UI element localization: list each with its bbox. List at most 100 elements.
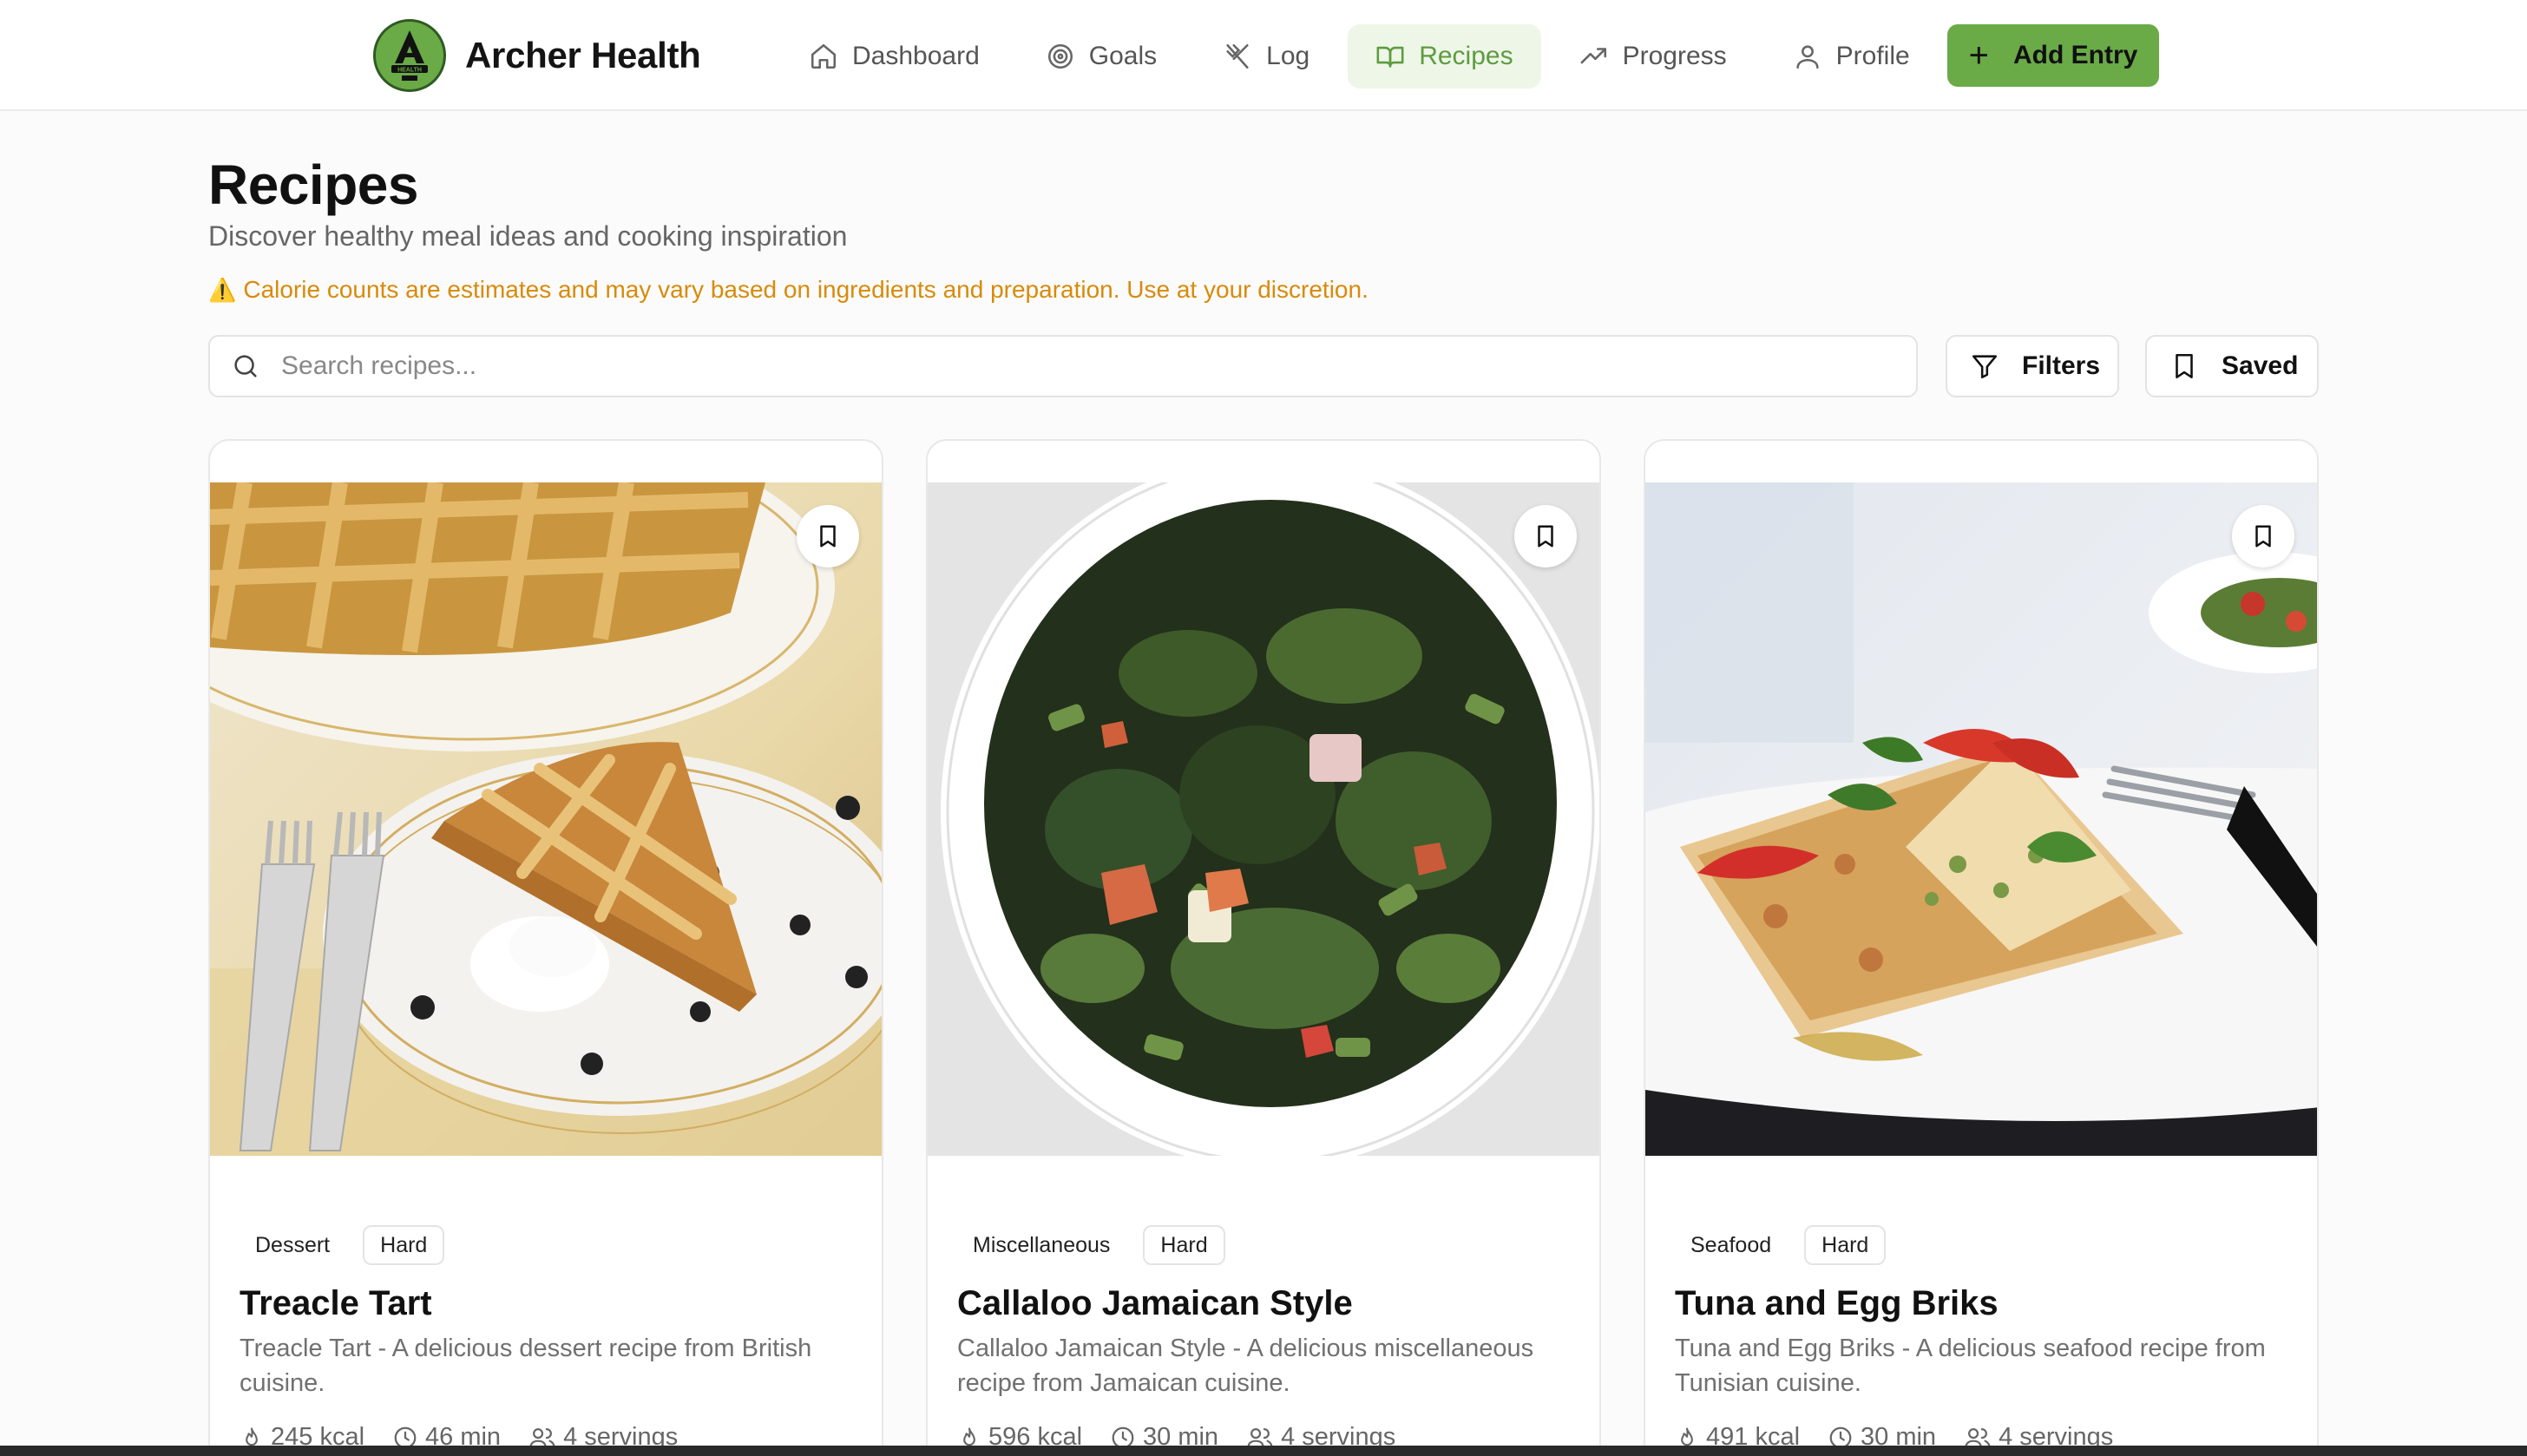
main-nav: Dashboard Goals Log Recipes Progress Pro… xyxy=(781,24,1948,89)
category-tag: Miscellaneous xyxy=(957,1225,1128,1265)
search-input[interactable] xyxy=(281,351,1843,381)
recipe-meta: 245 kcal 46 min 4 servings xyxy=(240,1423,706,1446)
recipe-image[interactable] xyxy=(928,482,1599,1156)
home-icon xyxy=(809,42,838,71)
flame-icon xyxy=(246,1426,258,1446)
recipe-description: Callaloo Jamaican Style - A delicious mi… xyxy=(957,1335,1534,1397)
nav-label-log: Log xyxy=(1266,42,1310,70)
cook-time: 46 min xyxy=(392,1423,501,1446)
cook-time-value: 46 min xyxy=(425,1423,502,1446)
bookmark-icon xyxy=(820,525,836,548)
clock-icon xyxy=(1829,1426,1852,1446)
recipe-card[interactable]: Dessert Hard Treacle Tart Treacle Tart -… xyxy=(208,439,883,1446)
calories: 245 kcal xyxy=(240,1423,364,1446)
clock-icon xyxy=(394,1426,417,1446)
add-entry-button[interactable]: + Add Entry xyxy=(1947,24,2159,87)
recipe-description: Tuna and Egg Briks - A delicious seafood… xyxy=(1675,1335,2266,1397)
brand-logo-icon: HEALTH xyxy=(373,19,446,92)
target-icon xyxy=(1046,42,1075,71)
calories-value: 245 kcal xyxy=(271,1423,365,1446)
warning-text: Calorie counts are estimates and may var… xyxy=(243,276,1369,303)
recipe-tags: Dessert Hard xyxy=(240,1225,460,1265)
recipe-meta: 596 kcal 30 min 4 servings xyxy=(957,1423,1423,1446)
utensils-icon xyxy=(1223,42,1252,71)
recipe-title[interactable]: Treacle Tart xyxy=(240,1284,432,1323)
flame-icon xyxy=(963,1426,975,1446)
cook-time-value: 30 min xyxy=(1861,1423,1937,1446)
nav-label-recipes: Recipes xyxy=(1419,42,1513,70)
calories: 491 kcal xyxy=(1675,1423,1800,1446)
users-icon xyxy=(529,1427,555,1446)
logo-text: HEALTH xyxy=(397,68,422,74)
clock-icon xyxy=(1112,1426,1134,1446)
nav-label-dashboard: Dashboard xyxy=(852,42,980,70)
search-bar[interactable] xyxy=(208,335,1918,397)
cook-time-value: 30 min xyxy=(1143,1423,1219,1446)
servings-value: 4 servings xyxy=(1999,1423,2114,1446)
recipe-tags: Seafood Hard xyxy=(1675,1225,1901,1265)
filters-label: Filters xyxy=(2022,351,2101,380)
app-window: HEALTH Archer Health Dashboard Goals Log… xyxy=(0,0,2527,1446)
add-entry-label: Add Entry xyxy=(2013,41,2138,69)
servings: 4 servings xyxy=(1246,1423,1395,1446)
servings: 4 servings xyxy=(528,1423,678,1446)
saved-label: Saved xyxy=(2222,351,2299,380)
recipe-image[interactable] xyxy=(210,482,882,1156)
cook-time: 30 min xyxy=(1110,1423,1218,1446)
warning-icon: ⚠️ xyxy=(208,276,237,303)
bookmark-icon xyxy=(1538,525,1553,548)
bookmark-icon xyxy=(2169,351,2199,381)
brand-name: Archer Health xyxy=(465,35,701,75)
trending-up-icon xyxy=(1579,42,1609,71)
bookmark-icon xyxy=(2255,525,2271,548)
brand[interactable]: HEALTH Archer Health xyxy=(373,19,701,92)
plus-icon: + xyxy=(1968,36,1989,75)
nav-item-goals[interactable]: Goals xyxy=(1018,24,1185,89)
nav-item-recipes[interactable]: Recipes xyxy=(1348,24,1541,89)
servings-value: 4 servings xyxy=(1281,1423,1396,1446)
difficulty-tag: Hard xyxy=(1804,1225,1887,1265)
difficulty-tag: Hard xyxy=(363,1225,445,1265)
users-icon xyxy=(1965,1427,1991,1446)
bookmark-toggle-button[interactable] xyxy=(797,505,859,567)
servings: 4 servings xyxy=(1964,1423,2113,1446)
recipe-card[interactable]: Seafood Hard Tuna and Egg Briks Tuna and… xyxy=(1644,439,2319,1446)
recipe-title[interactable]: Callaloo Jamaican Style xyxy=(957,1284,1353,1323)
recipe-title[interactable]: Tuna and Egg Briks xyxy=(1675,1284,1999,1323)
nav-item-log[interactable]: Log xyxy=(1195,24,1337,89)
servings-value: 4 servings xyxy=(563,1423,679,1446)
bookmark-toggle-button[interactable] xyxy=(1514,505,1577,567)
calories-value: 491 kcal xyxy=(1706,1423,1801,1446)
page-subtitle: Discover healthy meal ideas and cooking … xyxy=(208,220,848,252)
nav-label-goals: Goals xyxy=(1088,42,1158,70)
recipe-description: Treacle Tart - A delicious dessert recip… xyxy=(240,1335,812,1397)
nav-label-progress: Progress xyxy=(1622,42,1727,70)
search-icon xyxy=(231,351,260,381)
recipe-image[interactable] xyxy=(1645,482,2317,1156)
nav-item-profile[interactable]: Profile xyxy=(1765,24,1938,89)
users-icon xyxy=(1247,1427,1273,1446)
recipe-tags: Miscellaneous Hard xyxy=(957,1225,1241,1265)
recipe-meta: 491 kcal 30 min 4 servings xyxy=(1675,1423,2141,1446)
nav-label-profile: Profile xyxy=(1835,42,1910,70)
calorie-warning: ⚠️ Calorie counts are estimates and may … xyxy=(208,276,1369,304)
cook-time: 30 min xyxy=(1828,1423,1936,1446)
bookmark-toggle-button[interactable] xyxy=(2232,505,2294,567)
nav-item-dashboard[interactable]: Dashboard xyxy=(781,24,1008,89)
top-nav-bar: HEALTH Archer Health Dashboard Goals Log… xyxy=(0,0,2527,111)
calories: 596 kcal xyxy=(957,1423,1082,1446)
filters-button[interactable]: Filters xyxy=(1946,335,2119,397)
difficulty-tag: Hard xyxy=(1143,1225,1225,1265)
category-tag: Seafood xyxy=(1675,1225,1789,1265)
window-bottom-edge xyxy=(0,1446,2527,1456)
filter-icon xyxy=(1970,351,1999,381)
category-tag: Dessert xyxy=(240,1225,348,1265)
flame-icon xyxy=(1681,1426,1693,1446)
recipe-card[interactable]: Miscellaneous Hard Callaloo Jamaican Sty… xyxy=(926,439,1601,1446)
page-title: Recipes xyxy=(208,154,418,216)
user-icon xyxy=(1793,42,1822,71)
saved-button[interactable]: Saved xyxy=(2145,335,2319,397)
book-open-icon xyxy=(1375,42,1405,71)
nav-item-progress[interactable]: Progress xyxy=(1552,24,1755,89)
calories-value: 596 kcal xyxy=(988,1423,1083,1446)
